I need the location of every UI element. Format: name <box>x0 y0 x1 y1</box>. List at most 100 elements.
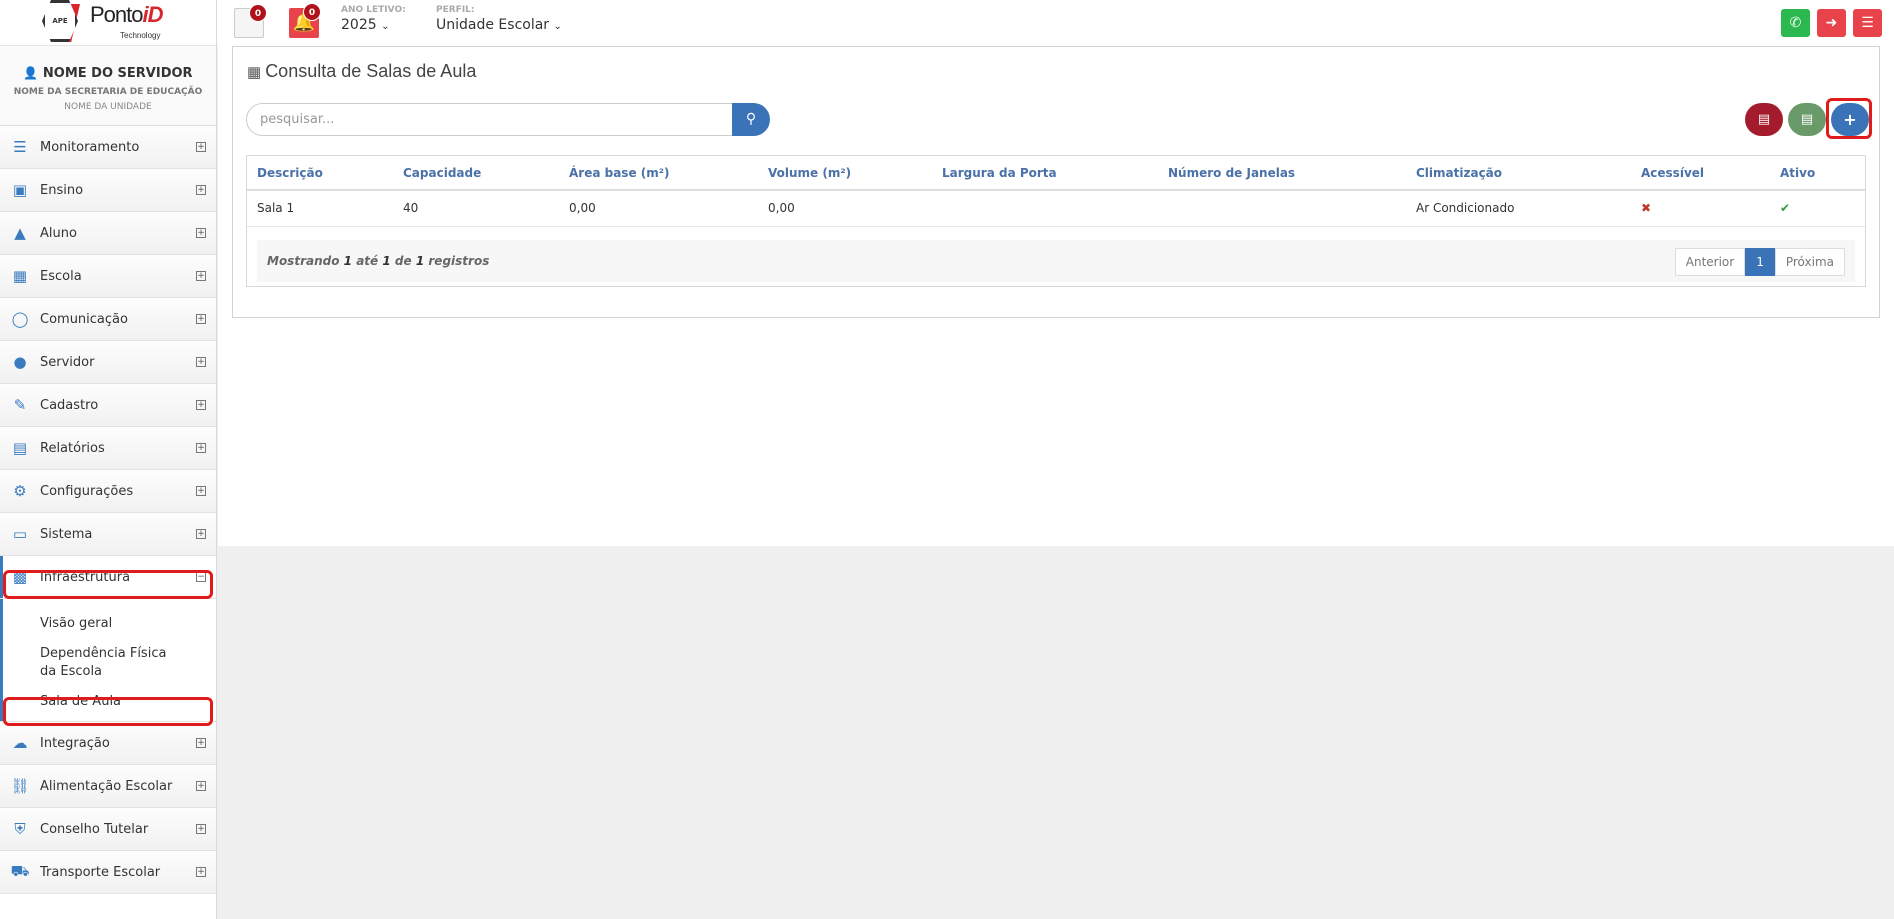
ano-letivo-select[interactable]: ANO LETIVO: 2025 ⌄ <box>341 5 406 33</box>
cell-climatizacao: Ar Condicionado <box>1406 190 1631 227</box>
document-icon: ▤ <box>12 439 28 457</box>
expand-icon[interactable]: + <box>196 486 206 496</box>
sidebar-item-escola[interactable]: ▦ Escola + <box>0 255 216 298</box>
chevron-down-icon: ⌄ <box>553 21 562 32</box>
col-capacidade[interactable]: Capacidade <box>393 156 559 191</box>
table-row[interactable]: Sala 1 40 0,00 0,00 Ar Condicionado ✖ ✔ <box>247 190 1865 227</box>
page-title: ▦ Consulta de Salas de Aula <box>247 61 477 81</box>
submenu-item-sala-de-aula[interactable]: Sala de Aula <box>0 687 216 717</box>
menu-button[interactable]: ☰ <box>1853 9 1882 37</box>
logout-button[interactable]: ➜ <box>1817 9 1846 37</box>
expand-icon[interactable]: + <box>196 400 206 410</box>
expand-icon[interactable]: + <box>196 228 206 238</box>
messages-button[interactable]: 0 <box>234 4 267 38</box>
cell-numero-janelas <box>1158 190 1406 227</box>
sliders-icon: ☰ <box>13 138 27 156</box>
profile-unidade: NOME DA UNIDADE <box>64 102 152 112</box>
sidebar-item-integracao[interactable]: ☁ Integração + <box>0 722 216 765</box>
expand-icon[interactable]: + <box>196 271 206 281</box>
notifications-badge: 0 <box>303 3 321 21</box>
col-area-base[interactable]: Área base (m²) <box>559 156 758 191</box>
logo-subtitle: Technology <box>120 31 161 40</box>
submenu-item-visao-geral[interactable]: Visão geral <box>0 609 216 639</box>
sidebar-item-sistema[interactable]: ▭ Sistema + <box>0 513 216 556</box>
expand-icon[interactable]: + <box>196 738 206 748</box>
cell-largura-porta <box>932 190 1158 227</box>
table-icon: ▦ <box>247 64 262 81</box>
expand-icon[interactable]: + <box>196 357 206 367</box>
cloud-icon: ☁ <box>12 734 28 752</box>
cell-capacidade: 40 <box>393 190 559 227</box>
expand-icon[interactable]: + <box>196 824 206 834</box>
user-icon: 👤 <box>23 66 39 80</box>
col-ativo[interactable]: Ativo <box>1770 156 1865 191</box>
pagination-next[interactable]: Próxima <box>1774 248 1845 276</box>
cell-area-base: 0,00 <box>559 190 758 227</box>
export-excel-button[interactable]: ▤ <box>1788 103 1826 136</box>
col-numero-janelas[interactable]: Número de Janelas <box>1158 156 1406 191</box>
sidebar-item-monitoramento[interactable]: ☰ Monitoramento + <box>0 126 216 169</box>
search-button[interactable]: ⚲ <box>732 103 770 136</box>
pagination-page-1[interactable]: 1 <box>1745 248 1775 276</box>
expand-icon[interactable]: + <box>196 781 206 791</box>
whatsapp-icon: ✆ <box>1789 15 1802 31</box>
messages-badge: 0 <box>249 4 267 22</box>
brand-logo[interactable]: APE PontoiD Technology <box>38 0 178 44</box>
building-icon: ▩ <box>12 568 28 586</box>
plus-icon: + <box>1843 110 1857 129</box>
expand-icon[interactable]: + <box>196 142 206 152</box>
add-sala-button[interactable]: + <box>1831 103 1869 136</box>
col-descricao[interactable]: Descrição <box>247 156 393 191</box>
sidebar: APE PontoiD Technology 👤 NOME DO SERVIDO… <box>0 0 217 919</box>
cell-descricao: Sala 1 <box>247 190 393 227</box>
monitor-icon: ▭ <box>12 525 28 543</box>
salas-table: Descrição Capacidade Área base (m²) Volu… <box>246 155 1866 287</box>
cell-volume: 0,00 <box>758 190 932 227</box>
sidebar-item-conselho-tutelar[interactable]: ⛨ Conselho Tutelar + <box>0 808 216 851</box>
sidebar-item-cadastro[interactable]: ✎ Cadastro + <box>0 384 216 427</box>
sidebar-item-relatorios[interactable]: ▤ Relatórios + <box>0 427 216 470</box>
search-input[interactable] <box>246 103 732 136</box>
graduation-cap-icon: ▲ <box>14 224 26 242</box>
export-pdf-button[interactable]: ▤ <box>1745 103 1783 136</box>
table-footer: Mostrando 1 até 1 de 1 registros Anterio… <box>257 240 1855 282</box>
expand-icon[interactable]: + <box>196 443 206 453</box>
expand-icon[interactable]: + <box>196 529 206 539</box>
edit-icon: ✎ <box>13 396 27 414</box>
book-icon: ▣ <box>12 181 28 199</box>
col-largura-porta[interactable]: Largura da Porta <box>932 156 1158 191</box>
infraestrutura-submenu: Visão geral Dependência Física da Escola… <box>0 599 216 722</box>
expand-icon[interactable]: + <box>196 185 206 195</box>
submenu-item-dependencia-fisica[interactable]: Dependência Física da Escola <box>0 639 216 687</box>
file-excel-icon: ▤ <box>1800 112 1814 127</box>
col-volume[interactable]: Volume (m²) <box>758 156 932 191</box>
shield-icon: ⛨ <box>14 820 26 838</box>
notifications-button[interactable]: 🔔 0 <box>289 3 321 38</box>
sidebar-item-configuracoes[interactable]: ⚙ Configurações + <box>0 470 216 513</box>
file-pdf-icon: ▤ <box>1757 112 1771 127</box>
cell-acessivel: ✖ <box>1631 190 1770 227</box>
table-header-row: Descrição Capacidade Área base (m²) Volu… <box>247 156 1865 191</box>
sidebar-item-servidor[interactable]: ● Servidor + <box>0 341 216 384</box>
expand-icon[interactable]: + <box>196 867 206 877</box>
user-icon: ● <box>13 353 27 371</box>
sidebar-item-transporte-escolar[interactable]: ⛟ Transporte Escolar + <box>0 851 216 894</box>
pagination: Anterior 1 Próxima <box>1674 248 1845 276</box>
collapse-icon[interactable]: − <box>196 572 206 582</box>
whatsapp-button[interactable]: ✆ <box>1781 9 1810 37</box>
times-icon: ✖ <box>1641 201 1652 216</box>
perfil-select[interactable]: PERFIL: Unidade Escolar ⌄ <box>436 5 562 33</box>
search-icon: ⚲ <box>745 111 757 127</box>
sidebar-item-infraestrutura[interactable]: ▩ Infraestrutura − <box>0 556 216 599</box>
sidebar-item-alimentacao-escolar[interactable]: ⛓ Alimentação Escolar + <box>0 765 216 808</box>
sidebar-item-ensino[interactable]: ▣ Ensino + <box>0 169 216 212</box>
expand-icon[interactable]: + <box>196 314 206 324</box>
profile-secretaria: NOME DA SECRETARIA DE EDUCAÇÃO <box>13 87 203 97</box>
user-profile: 👤 NOME DO SERVIDOR NOME DA SECRETARIA DE… <box>0 46 216 126</box>
institution-icon: ▦ <box>12 267 28 285</box>
col-climatizacao[interactable]: Climatização <box>1406 156 1631 191</box>
col-acessivel[interactable]: Acessível <box>1631 156 1770 191</box>
pagination-prev[interactable]: Anterior <box>1674 248 1746 276</box>
sidebar-item-aluno[interactable]: ▲ Aluno + <box>0 212 216 255</box>
sidebar-item-comunicacao[interactable]: ◯ Comunicação + <box>0 298 216 341</box>
